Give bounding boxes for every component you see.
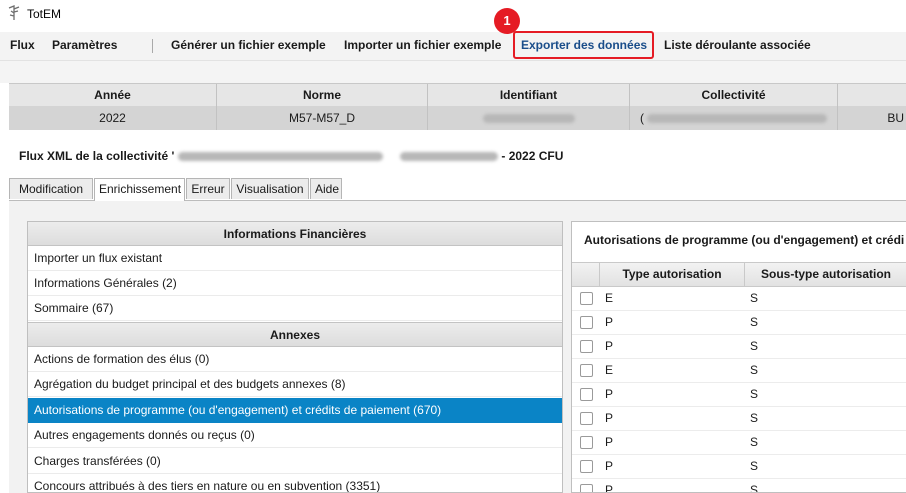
cell-sous-type-autorisation: S	[750, 483, 759, 493]
cell-annee: 2022	[9, 106, 217, 130]
table-row[interactable]: PS	[572, 479, 906, 493]
table-row[interactable]: PS	[572, 311, 906, 335]
list-item[interactable]: Sommaire (67)	[28, 296, 562, 321]
annotation-highlight	[513, 31, 654, 59]
menu-flux[interactable]: Flux	[10, 32, 35, 60]
cell-type-autorisation: E	[605, 363, 614, 377]
category-list: Informations Financières Importer un flu…	[27, 221, 563, 493]
list-item[interactable]: Actions de formation des élus (0)	[28, 347, 562, 372]
col-sous-type-autorisation[interactable]: Sous-type autorisation	[745, 263, 906, 286]
row-checkbox[interactable]	[580, 364, 593, 377]
cell-sous-type-autorisation: S	[750, 435, 759, 449]
section-informations-financieres: Informations Financières	[28, 222, 562, 246]
title-bar: TotEM	[0, 0, 906, 32]
window-title: TotEM	[27, 7, 62, 21]
list-item[interactable]: Autres engagements donnés ou reçus (0)	[28, 423, 562, 448]
col-type-autorisation[interactable]: Type autorisation	[600, 263, 745, 286]
row-checkbox[interactable]	[580, 436, 593, 449]
cell-norme: M57-M57_D	[217, 106, 428, 130]
info-table-row[interactable]: 2022 M57-M57_D ( BU	[9, 106, 906, 130]
list-item[interactable]: Charges transférées (0)	[28, 449, 562, 474]
col-extra	[838, 84, 906, 106]
col-collectivite[interactable]: Collectivité	[630, 84, 838, 106]
cell-type-autorisation: P	[605, 435, 614, 449]
redacted-text	[177, 152, 383, 162]
cell-type-autorisation: P	[605, 387, 614, 401]
col-annee[interactable]: Année	[9, 84, 217, 106]
cell-collectivite-prefix: (	[640, 111, 644, 125]
table-row[interactable]: PS	[572, 335, 906, 359]
cell-sous-type-autorisation: S	[750, 315, 759, 329]
col-identifiant[interactable]: Identifiant	[428, 84, 630, 106]
section-annexes: Annexes	[28, 322, 562, 347]
row-checkbox[interactable]	[580, 412, 593, 425]
menu-liste-deroulante[interactable]: Liste déroulante associée	[664, 32, 811, 60]
cell-sous-type-autorisation: S	[750, 339, 759, 353]
flux-title: Flux XML de la collectivité ' - 2022 CFU	[19, 149, 563, 163]
menu-generer-fichier-exemple[interactable]: Générer un fichier exemple	[171, 32, 326, 60]
table-row[interactable]: ES	[572, 359, 906, 383]
row-checkbox[interactable]	[580, 316, 593, 329]
flux-title-suffix: - 2022 CFU	[501, 149, 564, 163]
redacted-text	[647, 114, 828, 124]
cell-collectivite: (	[630, 106, 838, 130]
cell-type-autorisation: P	[605, 459, 614, 473]
list-item[interactable]: Agrégation du budget principal et des bu…	[28, 372, 562, 397]
table-row[interactable]: PS	[572, 431, 906, 455]
table-row[interactable]: PS	[572, 383, 906, 407]
list-item[interactable]: Concours attribués à des tiers en nature…	[28, 474, 562, 492]
cell-identifiant	[428, 106, 630, 130]
tab-bar: Modification Enrichissement Erreur Visua…	[9, 178, 906, 201]
toolbar-strip	[0, 60, 906, 83]
table-row[interactable]: PS	[572, 455, 906, 479]
col-select	[572, 263, 600, 286]
menu-parametres[interactable]: Paramètres	[52, 32, 117, 60]
annotation-step-badge: 1	[494, 8, 520, 34]
list-item[interactable]: Informations Générales (2)	[28, 271, 562, 296]
row-checkbox[interactable]	[580, 292, 593, 305]
cell-sous-type-autorisation: S	[750, 411, 759, 425]
cell-sous-type-autorisation: S	[750, 459, 759, 473]
cell-type-autorisation: P	[605, 315, 614, 329]
menu-bar: Flux Paramètres Générer un fichier exemp…	[0, 32, 906, 60]
table-row[interactable]: PS	[572, 407, 906, 431]
redacted-text	[400, 152, 499, 162]
tab-enrichissement[interactable]: Enrichissement	[94, 178, 185, 201]
row-checkbox[interactable]	[580, 484, 593, 492]
list-item[interactable]: Importer un flux existant	[28, 246, 562, 271]
menu-separator	[152, 39, 153, 53]
flux-title-prefix: Flux XML de la collectivité '	[19, 149, 175, 163]
info-table-header: Année Norme Identifiant Collectivité	[9, 83, 906, 107]
row-checkbox[interactable]	[580, 340, 593, 353]
row-checkbox[interactable]	[580, 388, 593, 401]
tab-modification[interactable]: Modification	[9, 178, 93, 199]
col-norme[interactable]: Norme	[217, 84, 428, 106]
row-checkbox[interactable]	[580, 460, 593, 473]
cell-sous-type-autorisation: S	[750, 291, 759, 305]
tab-erreur[interactable]: Erreur	[186, 178, 230, 199]
tab-visualisation[interactable]: Visualisation	[231, 178, 309, 199]
detail-title: Autorisations de programme (ou d'engagem…	[584, 233, 905, 247]
tab-aide[interactable]: Aide	[310, 178, 342, 199]
detail-panel: Autorisations de programme (ou d'engagem…	[571, 221, 906, 493]
cell-type-autorisation: P	[605, 483, 614, 493]
cell-type-autorisation: P	[605, 339, 614, 353]
app-icon	[8, 5, 20, 20]
cell-sous-type-autorisation: S	[750, 387, 759, 401]
cell-extra: BU	[887, 111, 904, 125]
redacted-text	[482, 114, 575, 124]
menu-importer-fichier-exemple[interactable]: Importer un fichier exemple	[344, 32, 501, 60]
detail-table-header: Type autorisation Sous-type autorisation	[572, 262, 906, 287]
cell-sous-type-autorisation: S	[750, 363, 759, 377]
list-item-selected[interactable]: Autorisations de programme (ou d'engagem…	[28, 398, 562, 423]
table-row[interactable]: ES	[572, 287, 906, 311]
cell-type-autorisation: E	[605, 291, 614, 305]
cell-type-autorisation: P	[605, 411, 614, 425]
